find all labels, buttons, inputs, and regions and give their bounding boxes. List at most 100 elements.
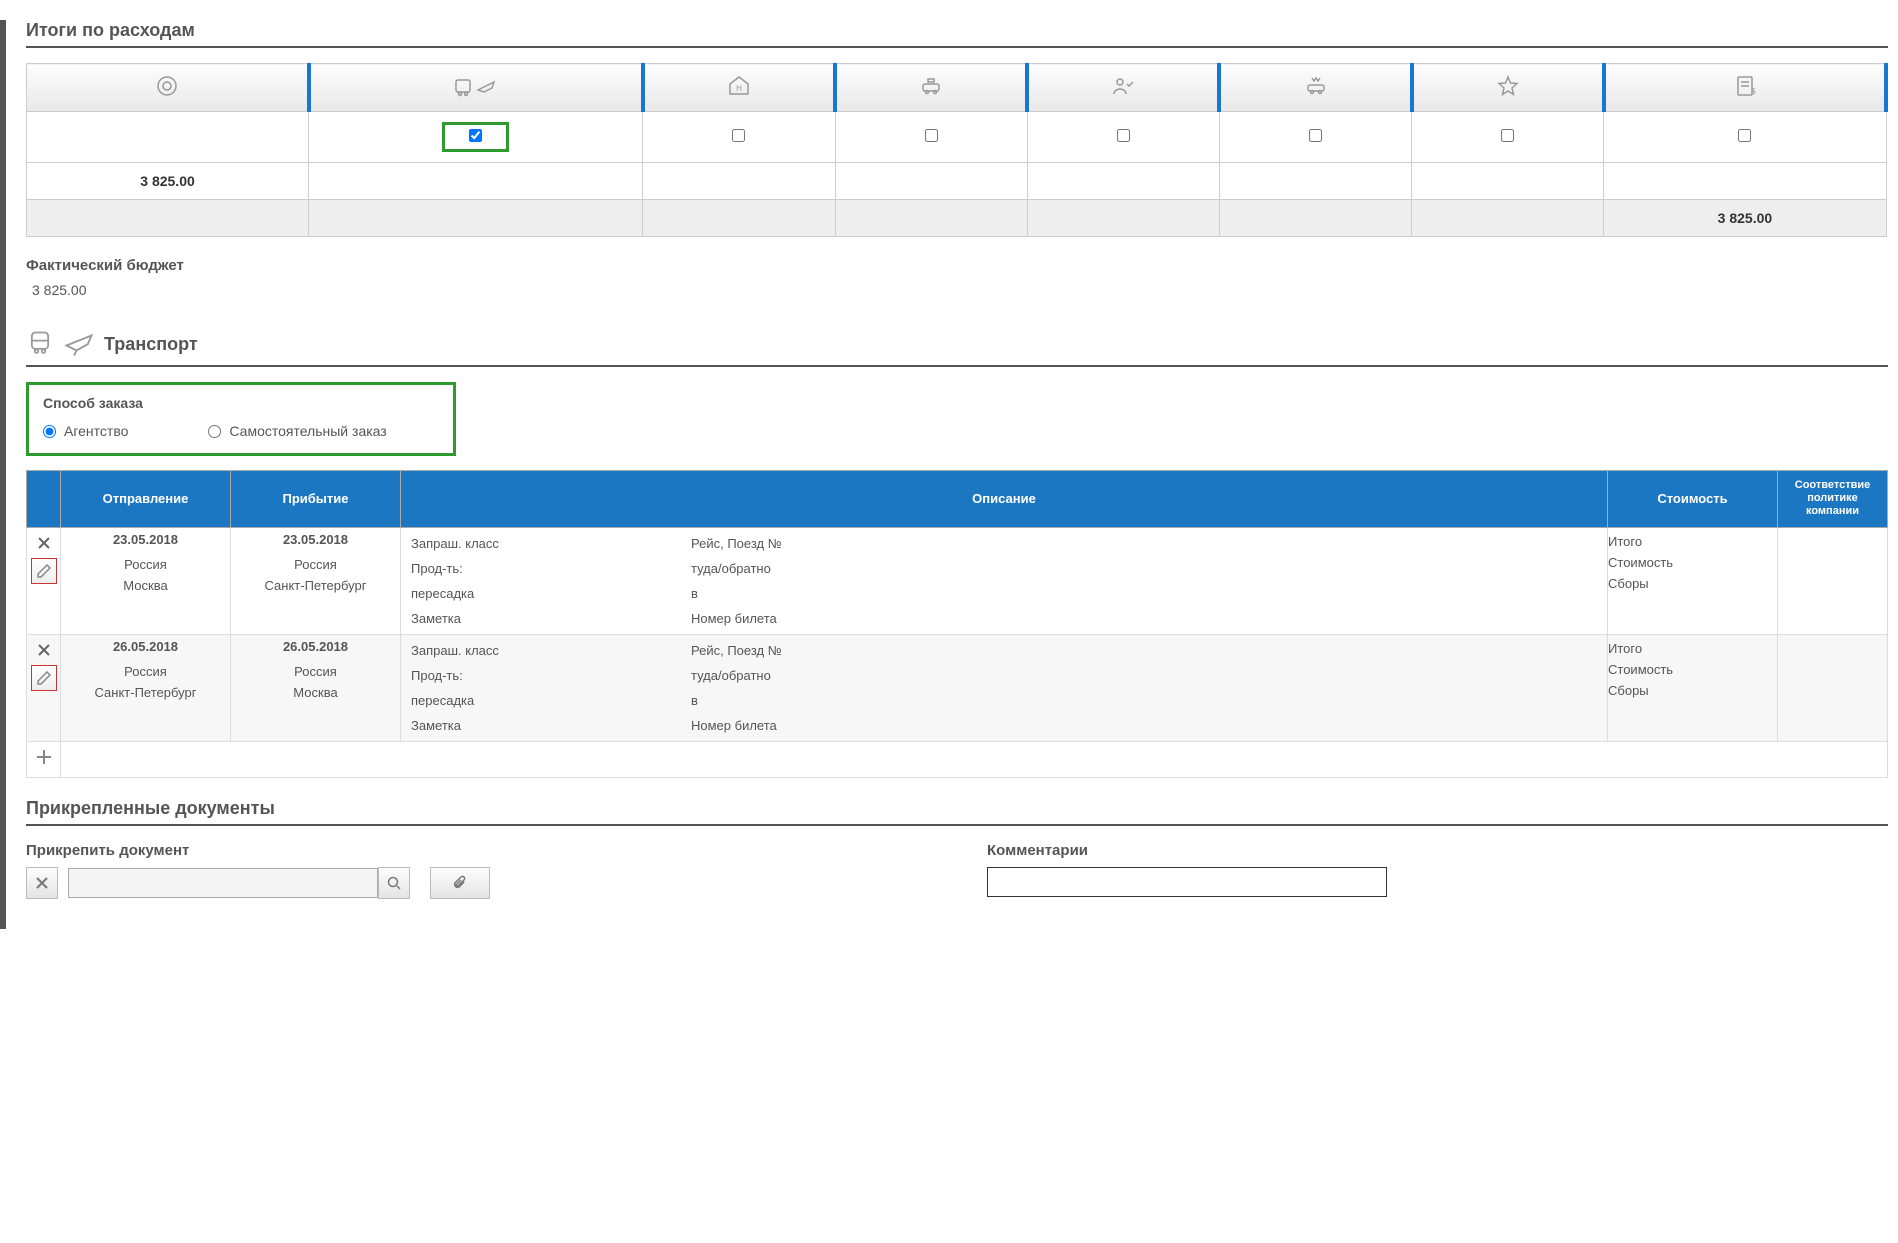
train-icon (26, 328, 54, 361)
other-checkbox[interactable] (1738, 129, 1751, 142)
order-method-title: Способ заказа (43, 395, 439, 411)
transport-title-text: Транспорт (104, 334, 198, 355)
transport-checkbox-highlight (442, 122, 509, 152)
desc-roundtrip: туда/обратно (691, 561, 1597, 576)
plane-icon (64, 328, 94, 361)
delete-row-button[interactable] (31, 637, 57, 663)
taxi-icon (916, 85, 946, 101)
attachment-search-button[interactable] (378, 867, 410, 899)
attachment-clip-button[interactable] (430, 867, 490, 899)
desc-roundtrip: туда/обратно (691, 668, 1597, 683)
radio-agency[interactable] (43, 425, 56, 438)
expense-cat-meals (27, 64, 309, 112)
perdiem-checkbox[interactable] (1117, 129, 1130, 142)
misc-checkbox[interactable] (1501, 129, 1514, 142)
desc-flight-train: Рейс, Поезд № (691, 536, 1597, 551)
arr-country: Россия (231, 557, 400, 572)
attachment-input[interactable] (68, 868, 378, 898)
transport-row: 26.05.2018 Россия Санкт-Петербург 26.05.… (27, 634, 1888, 741)
arr-city: Москва (231, 685, 400, 700)
desc-transfer: пересадка (411, 586, 691, 601)
price-total-label: Итого (1608, 534, 1777, 549)
actual-budget-value: 3 825.00 (32, 282, 1888, 298)
transport-row: 23.05.2018 Россия Москва 23.05.2018 Росс… (27, 527, 1888, 634)
desc-duration: Прод-ть: (411, 561, 691, 576)
arr-city: Санкт-Петербург (231, 578, 400, 593)
order-method-box: Способ заказа Агентство Самостоятельный … (26, 382, 456, 456)
col-departure: Отправление (61, 471, 231, 528)
attachment-close-button[interactable] (26, 867, 58, 899)
expenses-section-title: Итоги по расходам (26, 20, 1888, 48)
price-price-label: Стоимость (1608, 555, 1777, 570)
col-actions (27, 471, 61, 528)
edit-row-button[interactable] (31, 665, 57, 691)
arr-country: Россия (231, 664, 400, 679)
desc-in: в (691, 586, 1597, 601)
receipt-icon: $ (1730, 85, 1760, 101)
col-arrival: Прибытие (231, 471, 401, 528)
add-row-button[interactable] (31, 744, 57, 770)
radio-agency-text: Агентство (64, 423, 128, 439)
desc-duration: Прод-ть: (411, 668, 691, 683)
col-price: Стоимость (1608, 471, 1778, 528)
expense-cat-taxi (835, 64, 1027, 112)
attachments-section-title: Прикрепленные документы (26, 798, 1888, 826)
edit-row-button[interactable] (31, 558, 57, 584)
dep-date: 26.05.2018 (61, 639, 230, 654)
desc-req-class: Запраш. класс (411, 536, 691, 551)
expense-cat-transport (309, 64, 643, 112)
actual-budget-label: Фактический бюджет (26, 257, 1888, 274)
radio-self[interactable] (208, 425, 221, 438)
delete-row-button[interactable] (31, 530, 57, 556)
taxi-checkbox[interactable] (925, 129, 938, 142)
expense-cat-misc (1412, 64, 1604, 112)
dep-country: Россия (61, 557, 230, 572)
attach-doc-label: Прикрепить документ (26, 842, 927, 859)
plate-icon (152, 85, 182, 101)
car-checkbox[interactable] (1309, 129, 1322, 142)
expense-row-amount: 3 825.00 (27, 163, 309, 200)
person-check-icon (1108, 85, 1138, 101)
desc-flight-train: Рейс, Поезд № (691, 643, 1597, 658)
transport-checkbox[interactable] (469, 129, 482, 142)
arr-date: 23.05.2018 (231, 532, 400, 547)
arr-date: 26.05.2018 (231, 639, 400, 654)
dep-city: Санкт-Петербург (61, 685, 230, 700)
desc-note: Заметка (411, 611, 691, 626)
comments-label: Комментарии (987, 842, 1888, 859)
svg-text:$: $ (1751, 87, 1756, 96)
train-plane-icon (454, 85, 498, 101)
comments-input[interactable] (987, 867, 1387, 897)
dep-date: 23.05.2018 (61, 532, 230, 547)
price-fees-label: Сборы (1608, 576, 1777, 591)
radio-agency-label[interactable]: Агентство (43, 423, 128, 439)
hotel-checkbox[interactable] (732, 129, 745, 142)
hotel-icon: H (724, 85, 754, 101)
desc-transfer: пересадка (411, 693, 691, 708)
transport-table: Отправление Прибытие Описание Стоимость … (26, 470, 1888, 778)
star-icon (1493, 85, 1523, 101)
price-total-label: Итого (1608, 641, 1777, 656)
col-policy: Соответствие политике компании (1778, 471, 1888, 528)
car-crown-icon (1301, 85, 1331, 101)
desc-in: в (691, 693, 1597, 708)
desc-ticket-no: Номер билета (691, 718, 1597, 733)
price-price-label: Стоимость (1608, 662, 1777, 677)
expense-cat-hotel: H (643, 64, 835, 112)
expense-total-amount: 3 825.00 (1604, 200, 1886, 237)
col-description: Описание (401, 471, 1608, 528)
expense-cat-other: $ (1604, 64, 1886, 112)
radio-self-label[interactable]: Самостоятельный заказ (208, 423, 386, 439)
desc-ticket-no: Номер билета (691, 611, 1597, 626)
expense-summary-table: H (26, 63, 1888, 237)
transport-section-heading: Транспорт (26, 328, 1888, 367)
price-fees-label: Сборы (1608, 683, 1777, 698)
expense-cat-car (1219, 64, 1411, 112)
dep-country: Россия (61, 664, 230, 679)
svg-text:H: H (736, 84, 742, 93)
desc-note: Заметка (411, 718, 691, 733)
expense-cat-perdiem (1027, 64, 1219, 112)
desc-req-class: Запраш. класс (411, 643, 691, 658)
dep-city: Москва (61, 578, 230, 593)
radio-self-text: Самостоятельный заказ (229, 423, 386, 439)
